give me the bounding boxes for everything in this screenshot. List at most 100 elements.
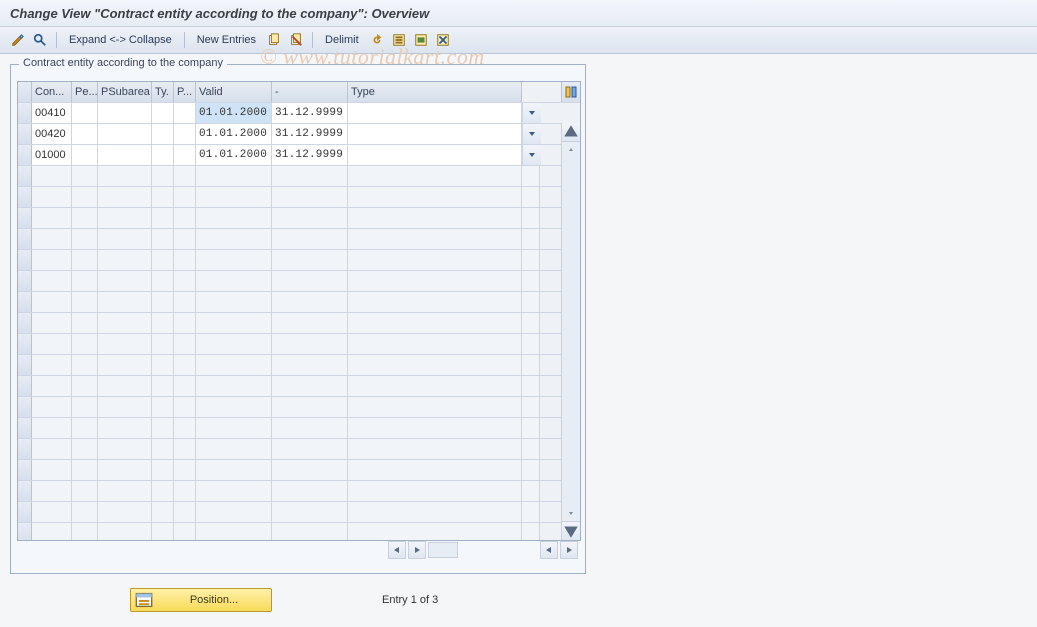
- cell-ty: [152, 418, 174, 438]
- cell-ty[interactable]: [152, 124, 174, 144]
- col-psubarea[interactable]: PSubarea: [98, 82, 152, 102]
- cell-type[interactable]: [348, 124, 522, 144]
- cell-psubarea: [98, 439, 152, 459]
- cell-type: [348, 187, 522, 207]
- cell-ty[interactable]: [152, 145, 174, 165]
- cell-valid-to[interactable]: 31.12.9999: [272, 103, 348, 123]
- cell-ty: [152, 397, 174, 417]
- cell-ty: [152, 313, 174, 333]
- cell-type[interactable]: [348, 103, 522, 123]
- delete-icon[interactable]: [288, 32, 304, 48]
- cell-valid-to: [272, 292, 348, 312]
- cell-con[interactable]: 00420: [32, 124, 72, 144]
- undo-change-icon[interactable]: [369, 32, 385, 48]
- scroll-up-small[interactable]: [562, 141, 580, 159]
- table-grid: Con... Pe... PSubarea Ty. P... Valid - T…: [17, 81, 581, 541]
- type-dropdown-button[interactable]: [522, 124, 541, 144]
- col-select[interactable]: [18, 82, 32, 102]
- cell-pe: [72, 292, 98, 312]
- scroll-up-button[interactable]: [562, 123, 580, 142]
- col-pe[interactable]: Pe...: [72, 82, 98, 102]
- type-dropdown-button[interactable]: [522, 103, 541, 123]
- table-config-button[interactable]: [561, 82, 580, 102]
- deselect-all-icon[interactable]: [435, 32, 451, 48]
- table-row[interactable]: 00410 01.01.200031.12.9999: [18, 103, 580, 124]
- cell-type[interactable]: [348, 145, 522, 165]
- position-button[interactable]: Position...: [130, 588, 272, 612]
- col-con[interactable]: Con...: [32, 82, 72, 102]
- select-block-icon[interactable]: [413, 32, 429, 48]
- hscroll-track[interactable]: [428, 542, 458, 558]
- row-selector: [18, 439, 32, 459]
- new-entries-button[interactable]: New Entries: [193, 34, 260, 46]
- hscroll-right-button[interactable]: [408, 541, 426, 559]
- cell-valid-to: [272, 355, 348, 375]
- expand-collapse-button[interactable]: Expand <-> Collapse: [65, 34, 176, 46]
- hscroll-left-button-2[interactable]: [540, 541, 558, 559]
- cell-p[interactable]: [174, 145, 196, 165]
- footer-bar: Position... Entry 1 of 3: [0, 585, 1037, 615]
- cell-con[interactable]: 01000: [32, 145, 72, 165]
- select-all-icon[interactable]: [391, 32, 407, 48]
- cell-type: [348, 355, 522, 375]
- cell-valid-from[interactable]: 01.01.2000: [196, 145, 272, 165]
- row-selector[interactable]: [18, 145, 32, 165]
- col-type[interactable]: Type: [348, 82, 522, 102]
- delimit-button[interactable]: Delimit: [321, 34, 363, 46]
- cell-p[interactable]: [174, 124, 196, 144]
- cell-pe[interactable]: [72, 145, 98, 165]
- cell-ty: [152, 271, 174, 291]
- cell-valid-from[interactable]: 01.01.2000: [196, 103, 272, 123]
- col-valid-to[interactable]: -: [272, 82, 348, 102]
- scroll-down-button[interactable]: [562, 521, 580, 540]
- table-row[interactable]: 01000 01.01.200031.12.9999: [18, 145, 580, 166]
- cell-valid-to: [272, 460, 348, 480]
- col-ty[interactable]: Ty.: [152, 82, 174, 102]
- vertical-scrollbar[interactable]: [561, 123, 580, 540]
- cell-empty: [522, 460, 540, 480]
- cell-con: [32, 460, 72, 480]
- cell-p: [174, 523, 196, 540]
- hscroll-right-button-2[interactable]: [560, 541, 578, 559]
- cell-p: [174, 460, 196, 480]
- other-view-icon[interactable]: [32, 32, 48, 48]
- cell-con: [32, 397, 72, 417]
- table-row: [18, 292, 580, 313]
- row-selector[interactable]: [18, 124, 32, 144]
- cell-valid-from[interactable]: 01.01.2000: [196, 124, 272, 144]
- row-selector: [18, 208, 32, 228]
- cell-pe: [72, 397, 98, 417]
- cell-con: [32, 292, 72, 312]
- hscroll-left-button[interactable]: [388, 541, 406, 559]
- cell-pe: [72, 418, 98, 438]
- cell-valid-to: [272, 313, 348, 333]
- cell-con: [32, 313, 72, 333]
- cell-psubarea[interactable]: [98, 145, 152, 165]
- copy-as-icon[interactable]: [266, 32, 282, 48]
- cell-ty: [152, 229, 174, 249]
- col-p[interactable]: P...: [174, 82, 196, 102]
- cell-psubarea[interactable]: [98, 124, 152, 144]
- cell-con: [32, 166, 72, 186]
- type-dropdown-button[interactable]: [522, 145, 541, 165]
- cell-ty[interactable]: [152, 103, 174, 123]
- col-valid[interactable]: Valid: [196, 82, 272, 102]
- display-change-icon[interactable]: [10, 32, 26, 48]
- cell-psubarea[interactable]: [98, 103, 152, 123]
- cell-psubarea: [98, 460, 152, 480]
- cell-valid-to: [272, 397, 348, 417]
- cell-pe[interactable]: [72, 124, 98, 144]
- cell-psubarea: [98, 166, 152, 186]
- cell-con[interactable]: 00410: [32, 103, 72, 123]
- cell-pe[interactable]: [72, 103, 98, 123]
- cell-valid-to[interactable]: 31.12.9999: [272, 145, 348, 165]
- cell-empty: [522, 229, 540, 249]
- cell-p[interactable]: [174, 103, 196, 123]
- row-selector[interactable]: [18, 103, 32, 123]
- cell-psubarea: [98, 502, 152, 522]
- cell-valid-to[interactable]: 31.12.9999: [272, 124, 348, 144]
- row-selector: [18, 376, 32, 396]
- table-row[interactable]: 00420 01.01.200031.12.9999: [18, 124, 580, 145]
- cell-valid-from: [196, 271, 272, 291]
- scroll-down-small[interactable]: [562, 504, 580, 522]
